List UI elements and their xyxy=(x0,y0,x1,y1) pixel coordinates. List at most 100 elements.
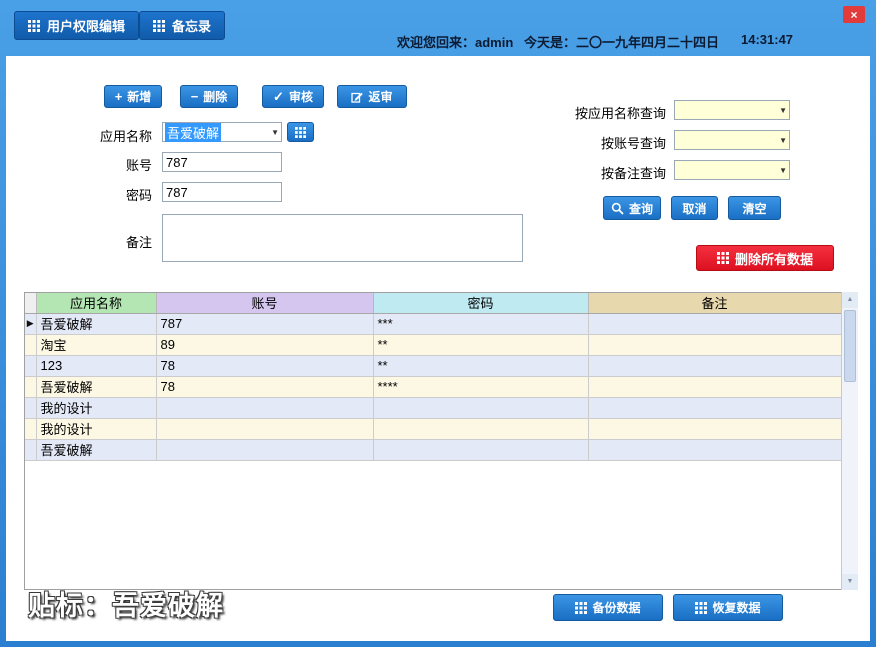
data-grid: 应用名称 账号 密码 备注 ▶ 吾爱破解 787 *** 淘宝 89 ** 123 78 ** 吾爱… xyxy=(24,292,858,590)
clear-button[interactable]: 清空 xyxy=(728,196,781,220)
table-cell[interactable] xyxy=(588,313,842,335)
restore-data-label: 恢复数据 xyxy=(712,601,761,615)
main-panel: + 新增 − 删除 ✓ 审核 返审 应用名称 吾爱破解 ▼ 账号 787 密码 … xyxy=(6,56,870,641)
table-cell[interactable]: 我的设计 xyxy=(36,397,157,419)
delete-button[interactable]: − 删除 xyxy=(180,85,238,108)
tab-label: 备忘录 xyxy=(172,19,212,34)
grid-icon xyxy=(716,252,729,264)
row-selector[interactable] xyxy=(25,355,37,377)
cancel-button[interactable]: 取消 xyxy=(671,196,718,220)
scroll-down-icon[interactable]: ▼ xyxy=(842,574,858,590)
query-button-label: 查询 xyxy=(628,201,653,216)
delete-button-label: 删除 xyxy=(203,90,228,104)
row-selector[interactable] xyxy=(25,397,37,419)
table-cell[interactable]: 89 xyxy=(156,334,374,356)
row-selector[interactable] xyxy=(25,418,37,440)
row-selector[interactable]: ▶ xyxy=(25,313,37,335)
table-cell[interactable] xyxy=(588,439,842,461)
app-name-combobox[interactable]: 吾爱破解 ▼ xyxy=(162,122,282,142)
table-cell[interactable] xyxy=(156,439,374,461)
table-cell[interactable]: 787 xyxy=(156,313,374,335)
table-cell[interactable]: ** xyxy=(373,334,589,356)
chevron-down-icon: ▼ xyxy=(779,105,787,115)
check-icon: ✓ xyxy=(273,89,284,104)
table-row[interactable]: 123 78 ** xyxy=(25,355,842,377)
audit-button[interactable]: ✓ 审核 xyxy=(262,85,324,108)
table-cell[interactable] xyxy=(588,334,842,356)
table-row[interactable]: 吾爱破解 xyxy=(25,439,842,461)
header-app-name[interactable]: 应用名称 xyxy=(36,293,157,314)
table-cell[interactable] xyxy=(373,418,589,440)
table-cell[interactable]: 我的设计 xyxy=(36,418,157,440)
scroll-up-icon[interactable]: ▲ xyxy=(842,292,858,308)
cancel-button-label: 取消 xyxy=(682,201,707,216)
table-cell[interactable] xyxy=(156,418,374,440)
delete-all-data-button[interactable]: 删除所有数据 xyxy=(696,245,834,271)
table-cell[interactable]: 淘宝 xyxy=(36,334,157,356)
table-cell[interactable] xyxy=(588,376,842,398)
audit-button-label: 审核 xyxy=(288,90,313,104)
password-input[interactable] xyxy=(162,182,282,202)
return-audit-button-label: 返审 xyxy=(368,90,393,104)
header-remark[interactable]: 备注 xyxy=(588,293,842,314)
clear-button-label: 清空 xyxy=(742,201,767,216)
app-name-label: 应用名称 xyxy=(99,129,152,144)
table-row[interactable]: 淘宝 89 ** xyxy=(25,334,842,356)
table-cell[interactable]: **** xyxy=(373,376,589,398)
edit-icon xyxy=(351,91,364,103)
close-button[interactable]: × xyxy=(843,6,865,23)
table-cell[interactable]: 吾爱破解 xyxy=(36,439,157,461)
table-cell[interactable]: 吾爱破解 xyxy=(36,313,157,335)
table-cell[interactable] xyxy=(373,397,589,419)
app-name-picker-button[interactable] xyxy=(287,122,314,142)
tab-user-permission-edit[interactable]: 用户权限编辑 xyxy=(14,11,140,40)
remark-label: 备注 xyxy=(125,235,152,250)
grid-icon xyxy=(295,126,306,138)
backup-data-label: 备份数据 xyxy=(592,601,641,615)
table-cell[interactable] xyxy=(588,397,842,419)
row-selector[interactable] xyxy=(25,439,37,461)
table-row[interactable]: ▶ 吾爱破解 787 *** xyxy=(25,313,842,335)
backup-data-button[interactable]: 备份数据 xyxy=(553,594,663,621)
table-cell[interactable]: 吾爱破解 xyxy=(36,376,157,398)
table-cell[interactable]: 123 xyxy=(36,355,157,377)
remark-textarea[interactable] xyxy=(162,214,523,262)
time-text: 14:31:47 xyxy=(741,32,794,47)
table-cell[interactable] xyxy=(588,355,842,377)
return-audit-button[interactable]: 返审 xyxy=(337,85,407,108)
table-row[interactable]: 我的设计 xyxy=(25,418,842,440)
add-button[interactable]: + 新增 xyxy=(104,85,162,108)
vertical-scrollbar[interactable]: ▲ ▼ xyxy=(841,292,858,590)
plus-icon: + xyxy=(114,89,123,104)
restore-data-button[interactable]: 恢复数据 xyxy=(673,594,783,621)
table-cell[interactable] xyxy=(156,397,374,419)
date-text: 今天是：二〇一九年四月二十四日 xyxy=(524,35,720,50)
table-cell[interactable] xyxy=(373,439,589,461)
row-selector[interactable] xyxy=(25,334,37,356)
tab-label: 用户权限编辑 xyxy=(47,19,126,34)
query-by-remark-combobox[interactable]: ▼ xyxy=(674,160,790,180)
watermark-text: 贴标：吾爱破解 xyxy=(28,591,224,621)
scrollbar-thumb[interactable] xyxy=(844,310,856,382)
header-password[interactable]: 密码 xyxy=(373,293,589,314)
minus-icon: − xyxy=(190,89,199,104)
query-button[interactable]: 查询 xyxy=(603,196,661,220)
welcome-text: 欢迎您回来：admin xyxy=(397,35,514,50)
table-cell[interactable]: 78 xyxy=(156,355,374,377)
table-header-row: 应用名称 账号 密码 备注 xyxy=(25,293,842,314)
table-row[interactable]: 我的设计 xyxy=(25,397,842,419)
account-input[interactable] xyxy=(162,152,282,172)
table-row[interactable]: 吾爱破解 78 **** xyxy=(25,376,842,398)
table-cell[interactable] xyxy=(588,418,842,440)
query-by-app-combobox[interactable]: ▼ xyxy=(674,100,790,120)
delete-all-data-label: 删除所有数据 xyxy=(734,251,813,267)
header-account[interactable]: 账号 xyxy=(156,293,374,314)
close-icon: × xyxy=(850,7,858,22)
tab-memo[interactable]: 备忘录 xyxy=(139,11,226,40)
table-cell[interactable]: *** xyxy=(373,313,589,335)
query-by-remark-label: 按备注查询 xyxy=(600,166,666,181)
row-selector[interactable] xyxy=(25,376,37,398)
table-cell[interactable]: 78 xyxy=(156,376,374,398)
query-by-account-combobox[interactable]: ▼ xyxy=(674,130,790,150)
table-cell[interactable]: ** xyxy=(373,355,589,377)
